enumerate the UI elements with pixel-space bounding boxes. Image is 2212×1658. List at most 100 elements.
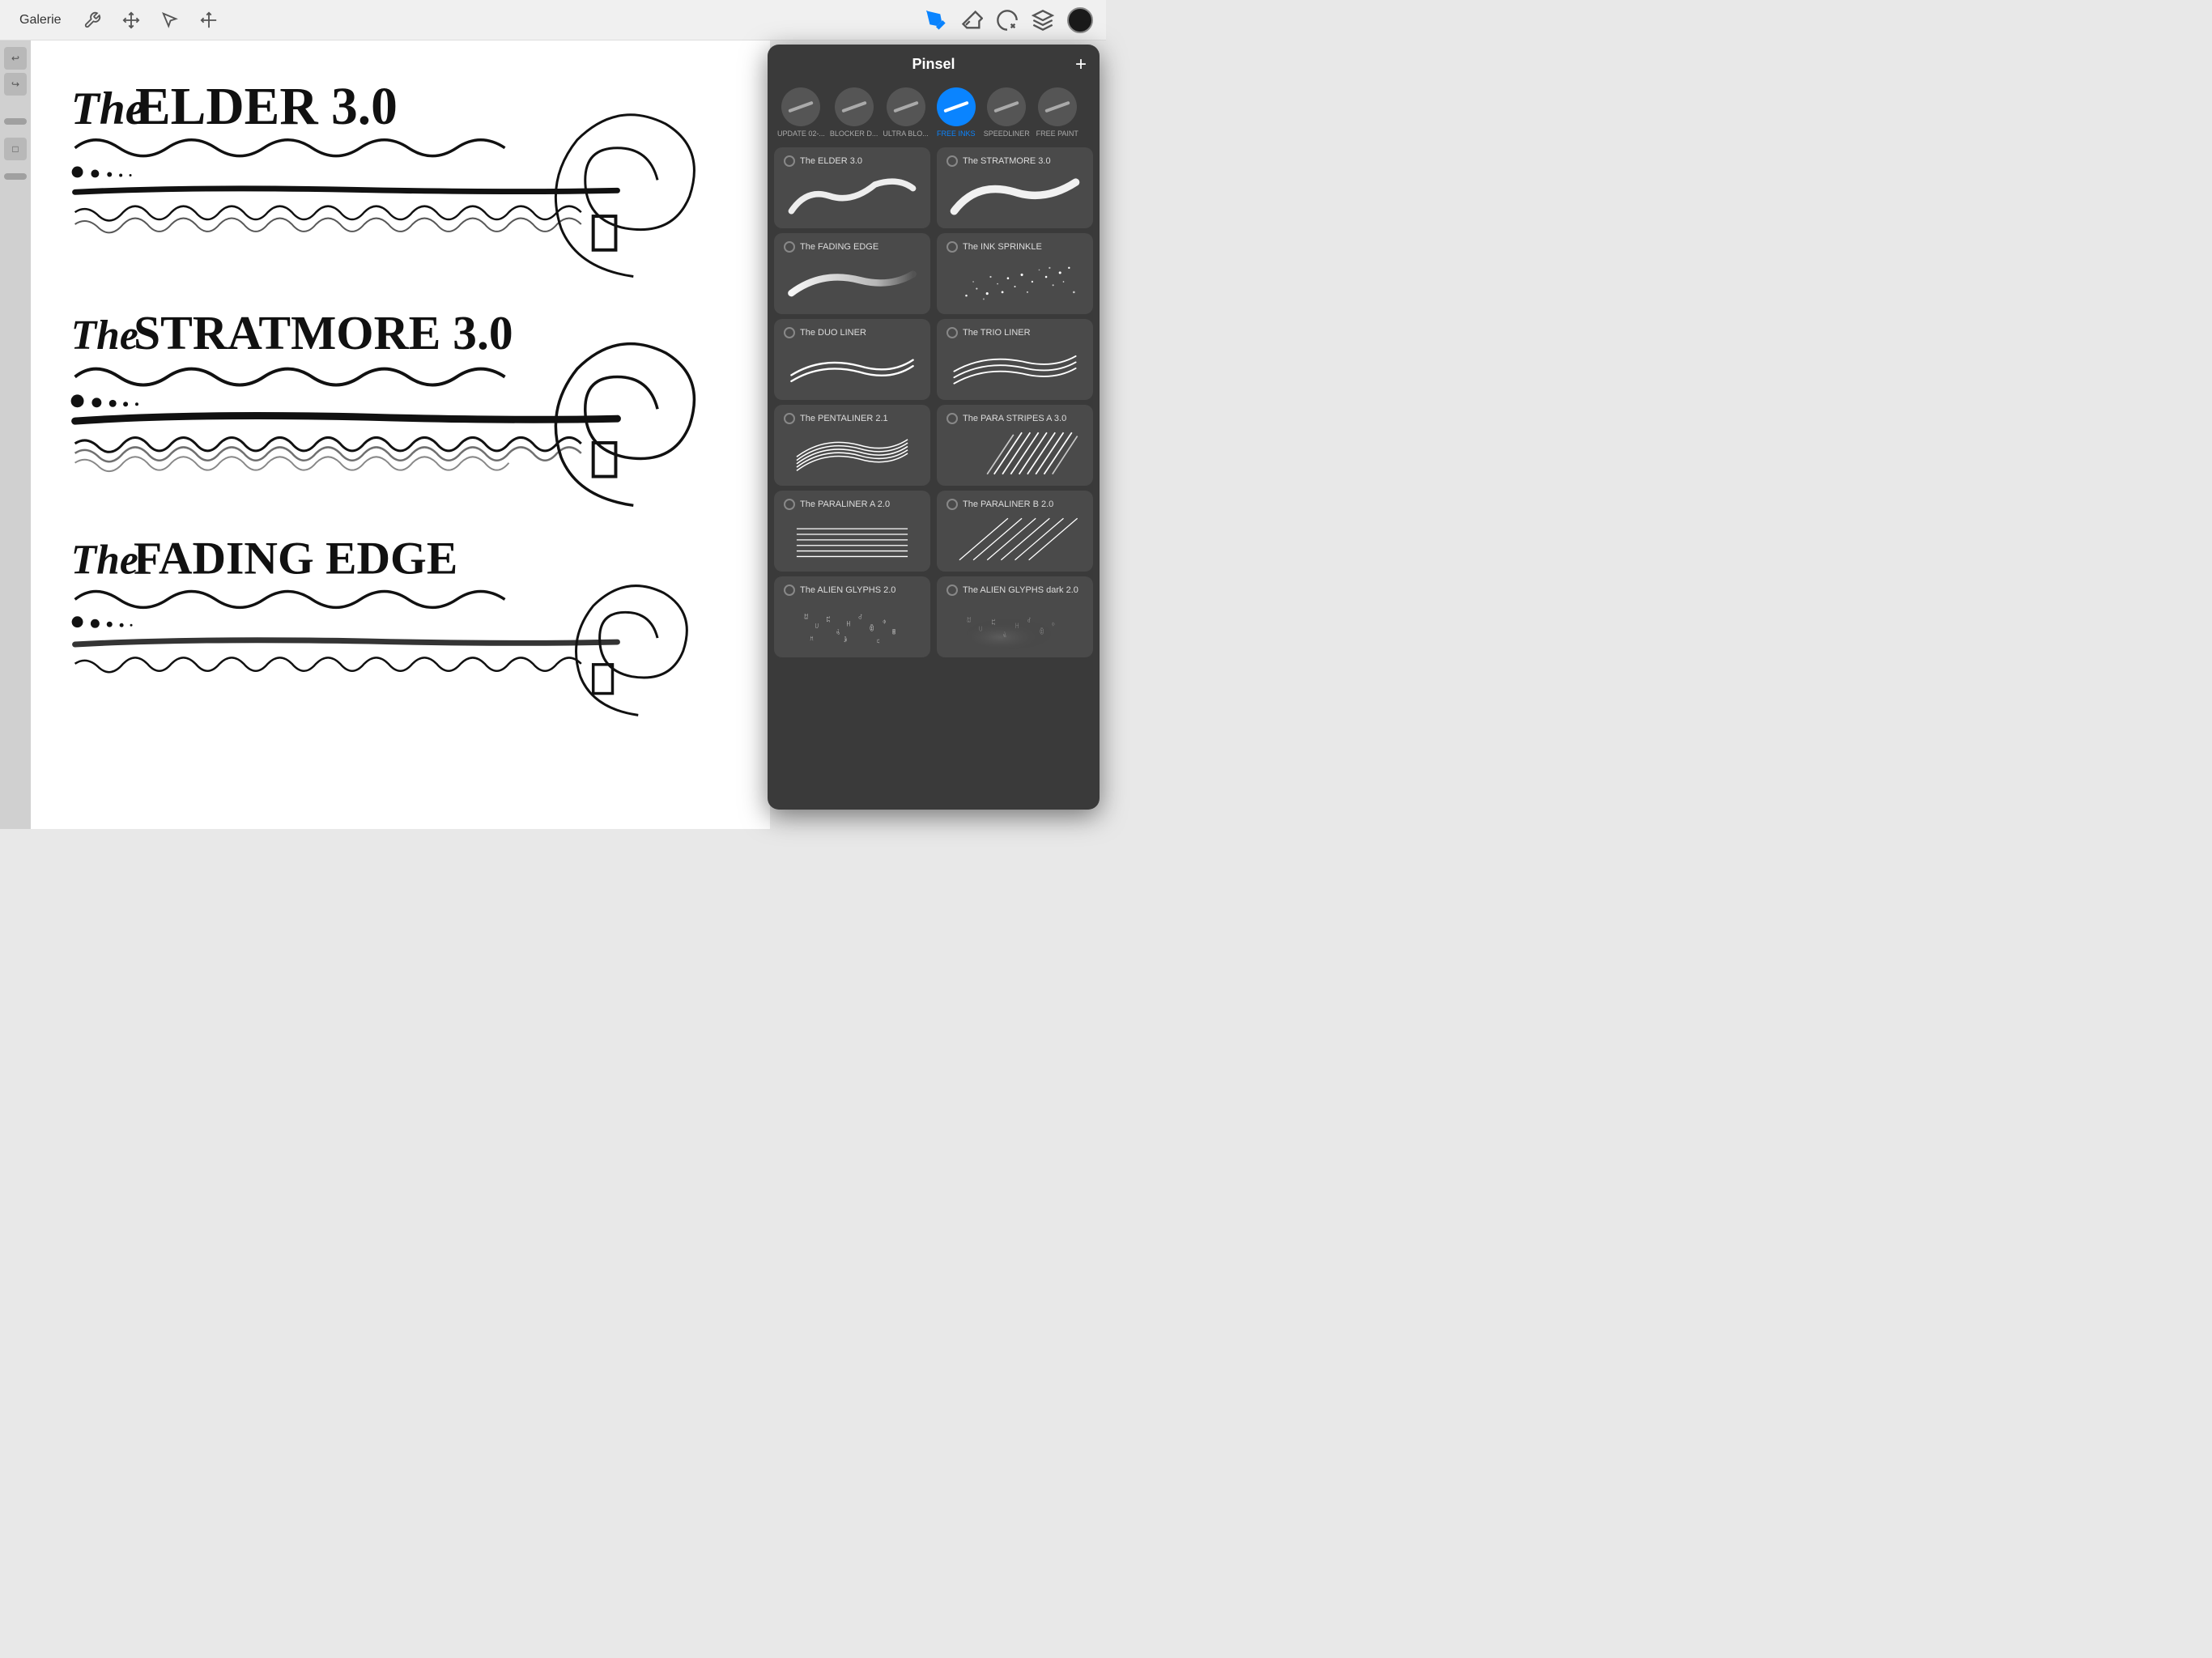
smudge-icon[interactable] [996, 9, 1019, 32]
color-picker[interactable] [1067, 7, 1093, 33]
brush-duoliner-preview [784, 343, 921, 392]
brush-alienglyphs-radio[interactable] [784, 585, 795, 596]
tab-speedliner-icon [987, 87, 1026, 126]
svg-text:ꁙ: ꁙ [891, 628, 896, 636]
brush-item-fading[interactable]: The FADING EDGE [774, 233, 930, 314]
brush-item-inksprinkle[interactable]: The INK SPRINKLE [937, 233, 1093, 314]
brush-stratmore-radio[interactable] [946, 155, 958, 167]
brush-elder-radio[interactable] [784, 155, 795, 167]
eraser-icon[interactable] [960, 9, 983, 32]
tab-freepaint-label: FREE PAINT [1036, 130, 1078, 138]
tab-update-label: UPDATE 02-... [777, 130, 825, 138]
settings-button[interactable] [78, 6, 107, 35]
brush-paralinerA-preview [784, 515, 921, 563]
brush-paralinerB-radio[interactable] [946, 499, 958, 510]
brush-duoliner-radio[interactable] [784, 327, 795, 338]
select-button[interactable] [155, 6, 185, 35]
opacity-slider[interactable] [4, 118, 27, 125]
brush-stratmore-name: The STRATMORE 3.0 [963, 156, 1051, 166]
undo-button[interactable]: ↩ [4, 47, 27, 70]
brush-inksprinkle-radio[interactable] [946, 241, 958, 253]
brush-pentaliner-radio[interactable] [784, 413, 795, 424]
tab-update-icon [781, 87, 820, 126]
move-button[interactable] [194, 6, 223, 35]
brush-alienglyphsdark-name: The ALIEN GLYPHS dark 2.0 [963, 585, 1078, 595]
brush-alienglyphs-name: The ALIEN GLYPHS 2.0 [800, 585, 895, 595]
pen-active-icon[interactable] [925, 9, 947, 32]
svg-text:ꁊ: ꁊ [991, 619, 996, 627]
svg-text:ꀳ: ꀳ [843, 636, 847, 644]
tab-blocker[interactable]: BLOCKER D... [830, 87, 878, 138]
brush-paralinerB-header: The PARALINER B 2.0 [946, 499, 1083, 510]
brush-pentaliner-name: The PENTALINER 2.1 [800, 414, 888, 423]
brush-parastripes-radio[interactable] [946, 413, 958, 424]
tab-blocker-icon [835, 87, 874, 126]
toolbar: Galerie [0, 0, 1106, 40]
brush-elder-name: The ELDER 3.0 [800, 156, 862, 166]
brush-pentaliner-preview [784, 429, 921, 478]
brush-row-4: The PENTALINER 2.1 The PARA STRIPES A 3.… [774, 405, 1093, 486]
transform-button[interactable] [117, 6, 146, 35]
brush-item-stratmore[interactable]: The STRATMORE 3.0 [937, 147, 1093, 228]
panel-header: Pinsel + [768, 45, 1100, 84]
svg-text:ꀦ: ꀦ [870, 624, 874, 633]
brush-paralinerA-radio[interactable] [784, 499, 795, 510]
wrench-icon [83, 11, 101, 29]
brush-row-1: The ELDER 3.0 The STRATMORE 3.0 [774, 147, 1093, 228]
tab-freeinks[interactable]: FREE INKS [934, 87, 979, 138]
brush-alienglyphs-header: The ALIEN GLYPHS 2.0 [784, 585, 921, 596]
tab-update[interactable]: UPDATE 02-... [777, 87, 825, 138]
brush-elder-preview [784, 172, 921, 220]
select-icon [161, 11, 179, 29]
brush-list: The ELDER 3.0 The STRATMORE 3.0 [768, 144, 1100, 804]
svg-text:꒤: ꒤ [979, 626, 983, 633]
brush-alienglyphsdark-radio[interactable] [946, 585, 958, 596]
svg-text:STRATMORE 3.0: STRATMORE 3.0 [134, 306, 513, 359]
svg-text:ꂈ: ꂈ [1052, 622, 1056, 628]
brush-item-alienglyphs[interactable]: The ALIEN GLYPHS 2.0 ꀠ ꒤ ꁊ ꂙ ꀿ ꁐ ꀦ ꂈ ꁙ [774, 576, 930, 657]
svg-text:ꀦ: ꀦ [1040, 627, 1044, 636]
size-slider[interactable] [4, 173, 27, 180]
tab-blocker-label: BLOCKER D... [830, 130, 878, 138]
brush-alienglyphsdark-preview: ꀠ ꒤ ꁊ ꂙ ꀿ ꁐ ꀦ ꂈ [946, 601, 1083, 649]
brush-trioliner-name: The TRIO LINER [963, 328, 1031, 338]
svg-text:ꁊ: ꁊ [877, 639, 881, 645]
brush-row-2: The FADING EDGE [774, 233, 1093, 314]
tab-freeinks-label: FREE INKS [937, 130, 976, 138]
brush-item-paralinerB[interactable]: The PARALINER B 2.0 [937, 491, 1093, 572]
layers-icon[interactable] [1032, 9, 1054, 32]
brush-fading-radio[interactable] [784, 241, 795, 253]
tab-freeinks-icon [937, 87, 976, 126]
galerie-button[interactable]: Galerie [13, 10, 68, 31]
brush-item-paralinerA[interactable]: The PARALINER A 2.0 [774, 491, 930, 572]
brush-row-6: The ALIEN GLYPHS 2.0 ꀠ ꒤ ꁊ ꂙ ꀿ ꁐ ꀦ ꂈ ꁙ [774, 576, 1093, 657]
tab-ultra-icon [887, 87, 925, 126]
panel-add-button[interactable]: + [1075, 53, 1087, 76]
brush-item-alienglyphsdark[interactable]: The ALIEN GLYPHS dark 2.0 ꀠ ꒤ ꁊ ꂙ [937, 576, 1093, 657]
brush-trioliner-radio[interactable] [946, 327, 958, 338]
brush-pentaliner-header: The PENTALINER 2.1 [784, 413, 921, 424]
brush-item-parastripes[interactable]: The PARA STRIPES A 3.0 [937, 405, 1093, 486]
brush-trioliner-preview [946, 343, 1083, 392]
brush-item-trioliner[interactable]: The TRIO LINER [937, 319, 1093, 400]
brush-parastripes-preview [946, 429, 1083, 478]
shape-tool[interactable]: □ [4, 138, 27, 160]
transform-icon [122, 11, 140, 29]
brush-alienglyphsdark-header: The ALIEN GLYPHS dark 2.0 [946, 585, 1083, 596]
canvas-area: The ELDER 3.0 The STRATMORE 3.0 [31, 40, 770, 829]
svg-text:The: The [71, 312, 138, 359]
brush-item-pentaliner[interactable]: The PENTALINER 2.1 [774, 405, 930, 486]
brush-row-5: The PARALINER A 2.0 [774, 491, 1093, 572]
redo-button[interactable]: ↪ [4, 73, 27, 96]
svg-text:ꂙ: ꂙ [836, 628, 840, 636]
brush-fading-name: The FADING EDGE [800, 242, 878, 252]
tab-ultra-label: ULTRA BLO... [883, 130, 928, 138]
brush-item-duoliner[interactable]: The DUO LINER [774, 319, 930, 400]
tab-speedliner[interactable]: SPEEDLINER [984, 87, 1030, 138]
tab-ultra[interactable]: ULTRA BLO... [883, 87, 928, 138]
brush-item-elder[interactable]: The ELDER 3.0 [774, 147, 930, 228]
brush-inksprinkle-header: The INK SPRINKLE [946, 241, 1083, 253]
svg-text:The: The [71, 538, 138, 584]
tab-bar: UPDATE 02-... BLOCKER D... ULTRA BLO... … [768, 84, 1100, 144]
tab-freepaint[interactable]: FREE PAINT [1035, 87, 1080, 138]
